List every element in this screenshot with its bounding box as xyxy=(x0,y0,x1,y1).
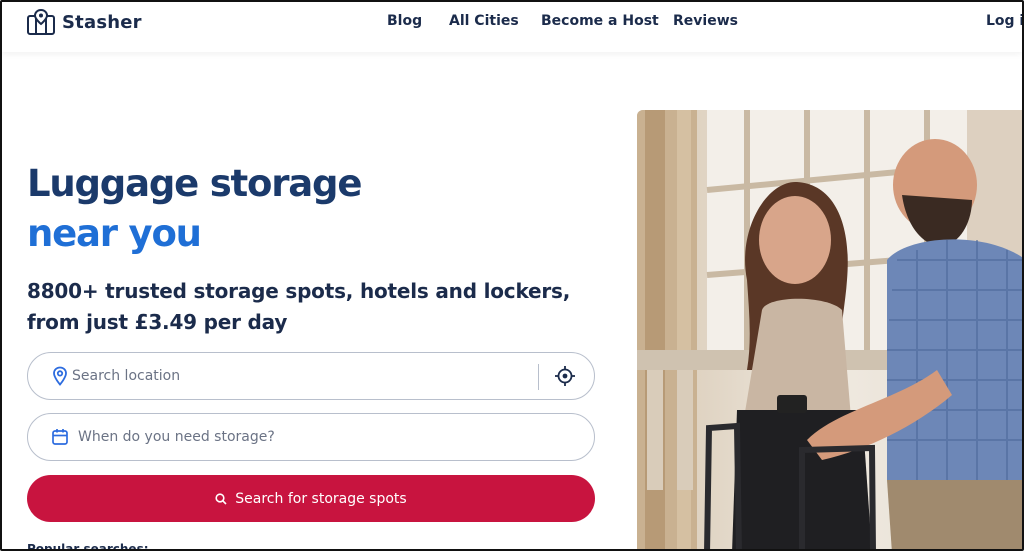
location-field[interactable] xyxy=(27,352,595,400)
brand-name: Stasher xyxy=(62,11,142,33)
hero-photo xyxy=(637,110,1022,549)
page: Stasher Blog All Cities Become a Host Re… xyxy=(0,0,1024,551)
hero-title-line-2: near you xyxy=(27,212,202,255)
nav-link-become-a-host[interactable]: Become a Host xyxy=(541,13,659,29)
date-field[interactable] xyxy=(27,413,595,461)
map-pin-logo-icon xyxy=(27,8,55,35)
nav-link-all-cities[interactable]: All Cities xyxy=(449,13,519,29)
nav-link-blog[interactable]: Blog xyxy=(387,13,422,29)
calendar-icon xyxy=(52,429,68,445)
search-button-label: Search for storage spots xyxy=(235,490,407,507)
map-pin-icon xyxy=(53,366,67,386)
date-input[interactable] xyxy=(78,424,538,450)
hero-subtitle: 8800+ trusted storage spots, hotels and … xyxy=(27,279,571,334)
search-icon xyxy=(215,492,227,505)
popular-searches-heading: Popular searches: xyxy=(27,542,149,551)
location-input[interactable] xyxy=(72,363,532,389)
field-divider xyxy=(538,364,539,390)
search-button[interactable]: Search for storage spots xyxy=(27,475,595,522)
site-header: Stasher Blog All Cities Become a Host Re… xyxy=(2,2,1022,52)
login-link[interactable]: Log in xyxy=(986,13,1022,29)
current-location-icon[interactable] xyxy=(554,365,576,387)
brand-logo[interactable]: Stasher xyxy=(26,8,142,36)
travelers-with-luggage-image xyxy=(637,110,1022,549)
nav-link-reviews[interactable]: Reviews xyxy=(673,13,738,29)
hero-title-line-1: Luggage storage xyxy=(27,162,362,205)
